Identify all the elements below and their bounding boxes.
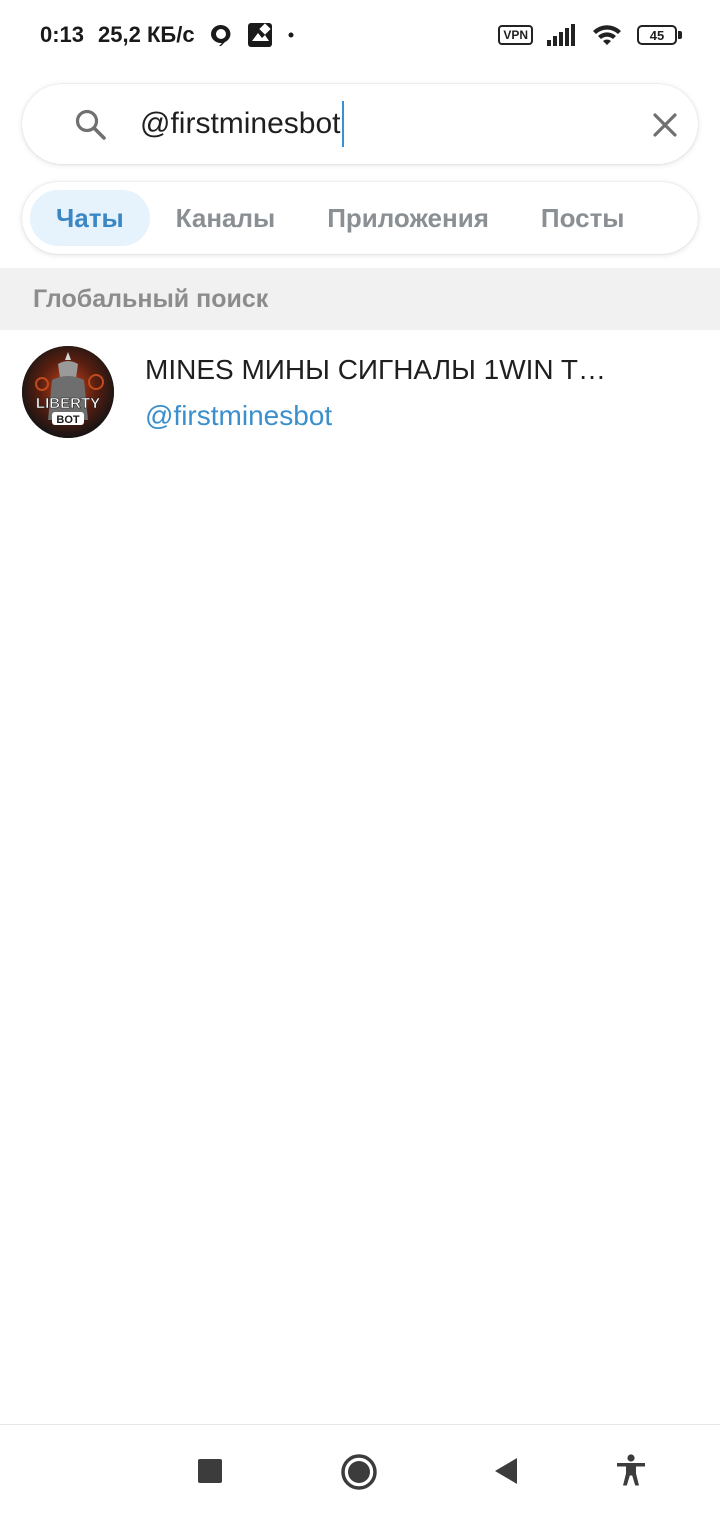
search-icon: [74, 108, 108, 142]
battery-tip: [678, 31, 682, 39]
battery-level: 45: [637, 25, 677, 45]
avatar-text-top: LIBERTY: [36, 395, 100, 412]
tab-apps[interactable]: Приложения: [301, 190, 515, 246]
status-left: 0:13 25,2 КБ/с: [40, 22, 295, 48]
vpn-badge: VPN: [498, 25, 533, 45]
recent-apps-icon[interactable]: [194, 1455, 226, 1487]
result-title: MINES МИНЫ СИГНАЛЫ 1WIN T…: [145, 354, 607, 385]
back-icon[interactable]: [490, 1455, 522, 1487]
home-icon[interactable]: [338, 1451, 380, 1493]
search-bar[interactable]: @firstminesbot: [22, 84, 698, 164]
section-header: Глобальный поиск: [0, 268, 720, 330]
tab-chats[interactable]: Чаты: [30, 190, 150, 246]
section-title: Глобальный поиск: [33, 284, 269, 313]
result-username: @firstminesbot: [145, 400, 333, 431]
status-time: 0:13: [40, 22, 85, 47]
navigation-bar: [0, 1424, 720, 1520]
search-input[interactable]: @firstminesbot: [140, 101, 620, 147]
text-caret: [341, 101, 344, 147]
status-bar: 0:13 25,2 КБ/с VPN 45: [0, 0, 720, 70]
dot-icon: [287, 31, 295, 39]
search-input-value: @firstminesbot: [140, 107, 341, 140]
network-speed: 25,2 КБ/с: [98, 22, 195, 47]
wifi-icon: [591, 23, 623, 47]
accessibility-icon[interactable]: [614, 1453, 648, 1487]
avatar: LIBERTY BOT: [22, 346, 114, 438]
avatar-text-bottom: BOT: [56, 414, 80, 426]
chat-bubble-icon: [209, 23, 233, 47]
tab-posts[interactable]: Посты: [515, 190, 651, 246]
close-icon[interactable]: [648, 108, 682, 142]
signal-icon: [547, 24, 577, 46]
image-notification-icon: [247, 22, 273, 48]
search-tabs: Чаты Каналы Приложения Посты: [22, 182, 698, 254]
status-right: VPN 45: [498, 23, 682, 47]
tab-channels[interactable]: Каналы: [150, 190, 302, 246]
list-item[interactable]: LIBERTY BOT MINES МИНЫ СИГНАЛЫ 1WIN T… @…: [0, 332, 720, 446]
battery-icon: 45: [637, 25, 682, 45]
